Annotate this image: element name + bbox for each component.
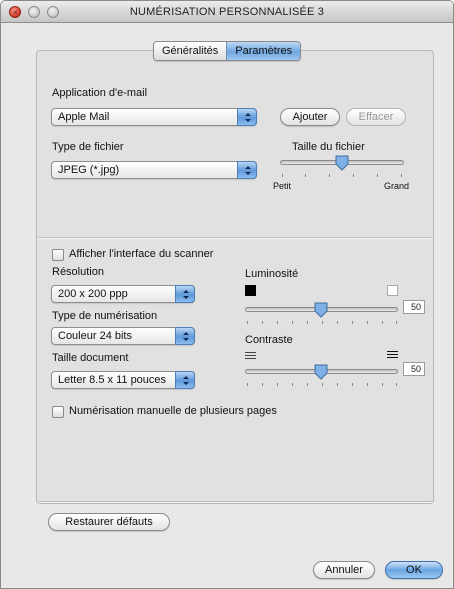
brightness-thumb[interactable] <box>314 302 328 318</box>
separator <box>38 501 432 502</box>
title-bar: × NUMÉRISATION PERSONNALISÉE 3 <box>1 1 453 23</box>
file-size-ticks <box>282 174 402 178</box>
resolution-value: 200 x 200 ppp <box>58 288 128 300</box>
popup-arrows-icon <box>175 327 195 345</box>
show-interface-checkbox[interactable] <box>52 249 64 261</box>
manual-multipage-checkbox[interactable] <box>52 406 64 418</box>
tab-settings[interactable]: Paramètres <box>226 42 301 60</box>
contrast-label: Contraste <box>245 334 293 346</box>
scan-type-select[interactable]: Couleur 24 bits <box>51 327 195 345</box>
contrast-ticks <box>247 383 397 387</box>
dark-swatch-icon <box>245 285 256 296</box>
email-app-value: Apple Mail <box>58 111 110 123</box>
brightness-value[interactable]: 50 <box>403 300 425 314</box>
scan-type-label: Type de numérisation <box>52 310 158 322</box>
add-button[interactable]: Ajouter <box>280 108 340 126</box>
light-swatch-icon <box>387 285 398 296</box>
cancel-button[interactable]: Annuler <box>313 561 375 579</box>
show-interface-label: Afficher l'interface du scanner <box>69 248 214 260</box>
brightness-label: Luminosité <box>245 268 299 280</box>
tab-bar: Généralités Paramètres <box>153 41 302 61</box>
manual-multipage-label: Numérisation manuelle de plusieurs pages <box>69 405 277 417</box>
restore-defaults-button[interactable]: Restaurer défauts <box>48 513 170 531</box>
resolution-select[interactable]: 200 x 200 ppp <box>51 285 195 303</box>
scan-type-value: Couleur 24 bits <box>58 330 132 342</box>
contrast-thumb[interactable] <box>314 364 328 380</box>
file-size-min-label: Petit <box>273 181 292 191</box>
doc-size-value: Letter 8.5 x 11 pouces <box>58 374 167 386</box>
email-app-select[interactable]: Apple Mail <box>51 108 257 126</box>
popup-arrows-icon <box>237 108 257 126</box>
resolution-label: Résolution <box>52 266 104 278</box>
file-size-label: Taille du fichier <box>292 141 365 153</box>
doc-size-select[interactable]: Letter 8.5 x 11 pouces <box>51 371 195 389</box>
contrast-value[interactable]: 50 <box>403 362 425 376</box>
popup-arrows-icon <box>237 161 257 179</box>
file-type-label: Type de fichier <box>52 141 124 153</box>
file-type-value: JPEG (*.jpg) <box>58 164 120 176</box>
popup-arrows-icon <box>175 285 195 303</box>
remove-button[interactable]: Effacer <box>346 108 406 126</box>
popup-arrows-icon <box>175 371 195 389</box>
window-title: NUMÉRISATION PERSONNALISÉE 3 <box>129 6 325 18</box>
file-type-select[interactable]: JPEG (*.jpg) <box>51 161 257 179</box>
tab-general[interactable]: Généralités <box>154 42 227 60</box>
high-contrast-icon <box>387 351 398 360</box>
doc-size-label: Taille document <box>52 352 129 364</box>
file-size-thumb[interactable] <box>335 155 349 171</box>
separator <box>38 237 432 238</box>
brightness-ticks <box>247 321 397 325</box>
settings-panel: Application d'e-mail Apple Mail Ajouter … <box>36 50 434 504</box>
email-app-label: Application d'e-mail <box>52 87 148 99</box>
file-size-max-label: Grand <box>384 181 410 191</box>
low-contrast-icon <box>245 352 256 361</box>
dialog-window: × NUMÉRISATION PERSONNALISÉE 3 Généralit… <box>0 0 454 589</box>
ok-button[interactable]: OK <box>385 561 443 579</box>
